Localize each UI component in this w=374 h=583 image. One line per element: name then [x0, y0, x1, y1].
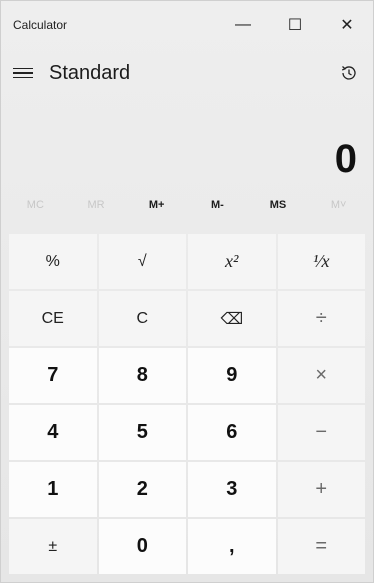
digit-5-button[interactable]: 5 — [98, 405, 186, 460]
digit-8-button[interactable]: 8 — [98, 348, 186, 403]
memory-store-button[interactable]: MS — [248, 199, 309, 211]
memory-recall-button[interactable]: MR — [66, 199, 127, 211]
square-root-button[interactable]: √ — [98, 234, 186, 289]
clear-entry-button[interactable]: CE — [9, 291, 97, 346]
app-header: Standard — [1, 49, 373, 97]
mode-title: Standard — [49, 61, 131, 84]
digit-9-button[interactable]: 9 — [188, 348, 276, 403]
result-display: 0 — [334, 137, 357, 181]
history-icon[interactable] — [339, 63, 359, 83]
maximize-button[interactable]: ☐ — [269, 1, 321, 49]
hamburger-menu-icon[interactable] — [13, 65, 33, 81]
digit-2-button[interactable]: 2 — [98, 462, 186, 517]
digit-6-button[interactable]: 6 — [188, 405, 276, 460]
window-controls: — ☐ ✕ — [217, 1, 373, 49]
header-left: Standard — [13, 62, 130, 85]
minimize-button[interactable]: — — [217, 1, 269, 49]
subtract-button[interactable]: − — [277, 405, 365, 460]
digit-3-button[interactable]: 3 — [188, 462, 276, 517]
digit-0-button[interactable]: 0 — [98, 519, 186, 574]
memory-subtract-button[interactable]: M- — [187, 199, 248, 211]
close-button[interactable]: ✕ — [321, 1, 373, 49]
clear-button[interactable]: C — [98, 291, 186, 346]
divide-button[interactable]: ÷ — [277, 291, 365, 346]
square-button[interactable]: x² — [188, 234, 276, 289]
negate-button[interactable]: ± — [9, 519, 97, 574]
reciprocal-button[interactable]: ¹⁄x — [277, 234, 365, 289]
digit-1-button[interactable]: 1 — [9, 462, 97, 517]
title-bar: Calculator — ☐ ✕ — [1, 1, 373, 49]
backspace-button[interactable]: ⌫ — [188, 291, 276, 346]
percent-button[interactable]: % — [9, 234, 97, 289]
digit-7-button[interactable]: 7 — [9, 348, 97, 403]
equals-button[interactable]: = — [277, 519, 365, 574]
window-title: Calculator — [13, 18, 68, 32]
digit-4-button[interactable]: 4 — [9, 405, 97, 460]
add-button[interactable]: + — [277, 462, 365, 517]
memory-add-button[interactable]: M+ — [126, 199, 187, 211]
calculator-window: Calculator — ☐ ✕ Standard 0 MC MR M+ M- … — [0, 0, 374, 583]
multiply-button[interactable]: × — [277, 348, 365, 403]
keypad: % √ x² ¹⁄x CE C ⌫ ÷ 7 8 9 × 4 5 6 − 1 2 … — [9, 234, 365, 574]
memory-clear-button[interactable]: MC — [5, 199, 66, 211]
memory-row: MC MR M+ M- MS M˅ — [1, 182, 373, 228]
memory-list-button[interactable]: M˅ — [308, 199, 369, 211]
decimal-button[interactable]: , — [188, 519, 276, 574]
